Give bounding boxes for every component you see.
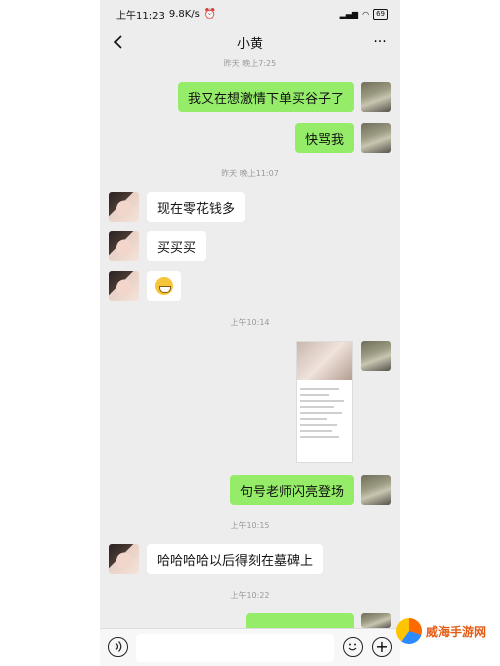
status-time: 上午11:23 [116,10,165,22]
voice-icon [114,641,122,652]
contact-avatar[interactable] [109,271,139,301]
status-right: ▂▄▆ ◠ 69 [339,8,388,20]
grinning-emoji-icon [155,277,173,295]
voice-button[interactable] [108,637,128,657]
message-input[interactable] [136,634,334,662]
watermark-logo-icon [396,618,422,644]
my-avatar[interactable] [361,123,391,153]
site-watermark: 威海手游网 [396,610,496,652]
chat-screen: 上午11:23 9.8K/s ⏰ ▂▄▆ ◠ 69 小黄 ··· 昨天 晚上7:… [100,0,400,666]
more-icon: ··· [373,34,387,50]
chat-header: 小黄 ··· [100,28,400,56]
status-left: 上午11:23 9.8K/s ⏰ [116,7,216,22]
my-avatar[interactable] [361,341,391,371]
message-bubble-incoming[interactable]: 现在零花钱多 [147,192,246,222]
message-bubble-emoji[interactable] [147,271,181,301]
back-button[interactable] [108,32,128,52]
more-actions-button[interactable]: + [372,637,392,657]
alarm-icon: ⏰ [203,8,217,20]
network-speed: 9.8K/s [168,8,200,20]
battery-indicator: 69 [373,8,388,20]
status-bar: 上午11:23 9.8K/s ⏰ ▂▄▆ ◠ 69 [100,0,400,28]
message-bubble-outgoing[interactable]: 快骂我 [294,123,354,153]
my-avatar[interactable] [361,475,391,505]
timestamp: 上午10:22 [230,591,270,600]
plus-icon: + [375,637,389,656]
chevron-left-icon [113,35,122,49]
timestamp: 上午10:14 [230,318,270,327]
my-avatar[interactable] [361,82,391,112]
contact-avatar[interactable] [109,192,139,222]
timestamp: 昨天 晚上7:25 [223,59,277,68]
watermark-text: 威海手游网 [426,624,487,639]
message-bubble-incoming[interactable]: 买买买 [147,231,207,261]
image-thumbnail-top [297,342,352,380]
more-options-button[interactable]: ··· [370,32,390,52]
smiley-icon [348,643,357,651]
image-thumbnail-text [297,380,352,446]
contact-avatar[interactable] [109,231,139,261]
timestamp: 昨天 晚上11:07 [221,169,279,178]
message-bubble-outgoing[interactable]: 句号老师闪亮登场 [229,475,354,505]
signal-icon: ▂▄▆ [339,9,359,19]
wifi-icon: ◠ [362,9,370,19]
image-message[interactable] [296,341,353,463]
timestamp: 上午10:15 [230,521,270,530]
contact-avatar[interactable] [109,544,139,574]
my-avatar[interactable] [361,613,391,628]
message-bubble-incoming[interactable]: 哈哈哈哈以后得刻在墓碑上 [147,544,324,574]
message-bubble-outgoing[interactable]: 我又在想激情下单买谷子了 [177,82,354,112]
chat-title: 小黄 [236,36,263,52]
emoji-button[interactable] [343,637,363,657]
input-bar: + [100,628,400,666]
